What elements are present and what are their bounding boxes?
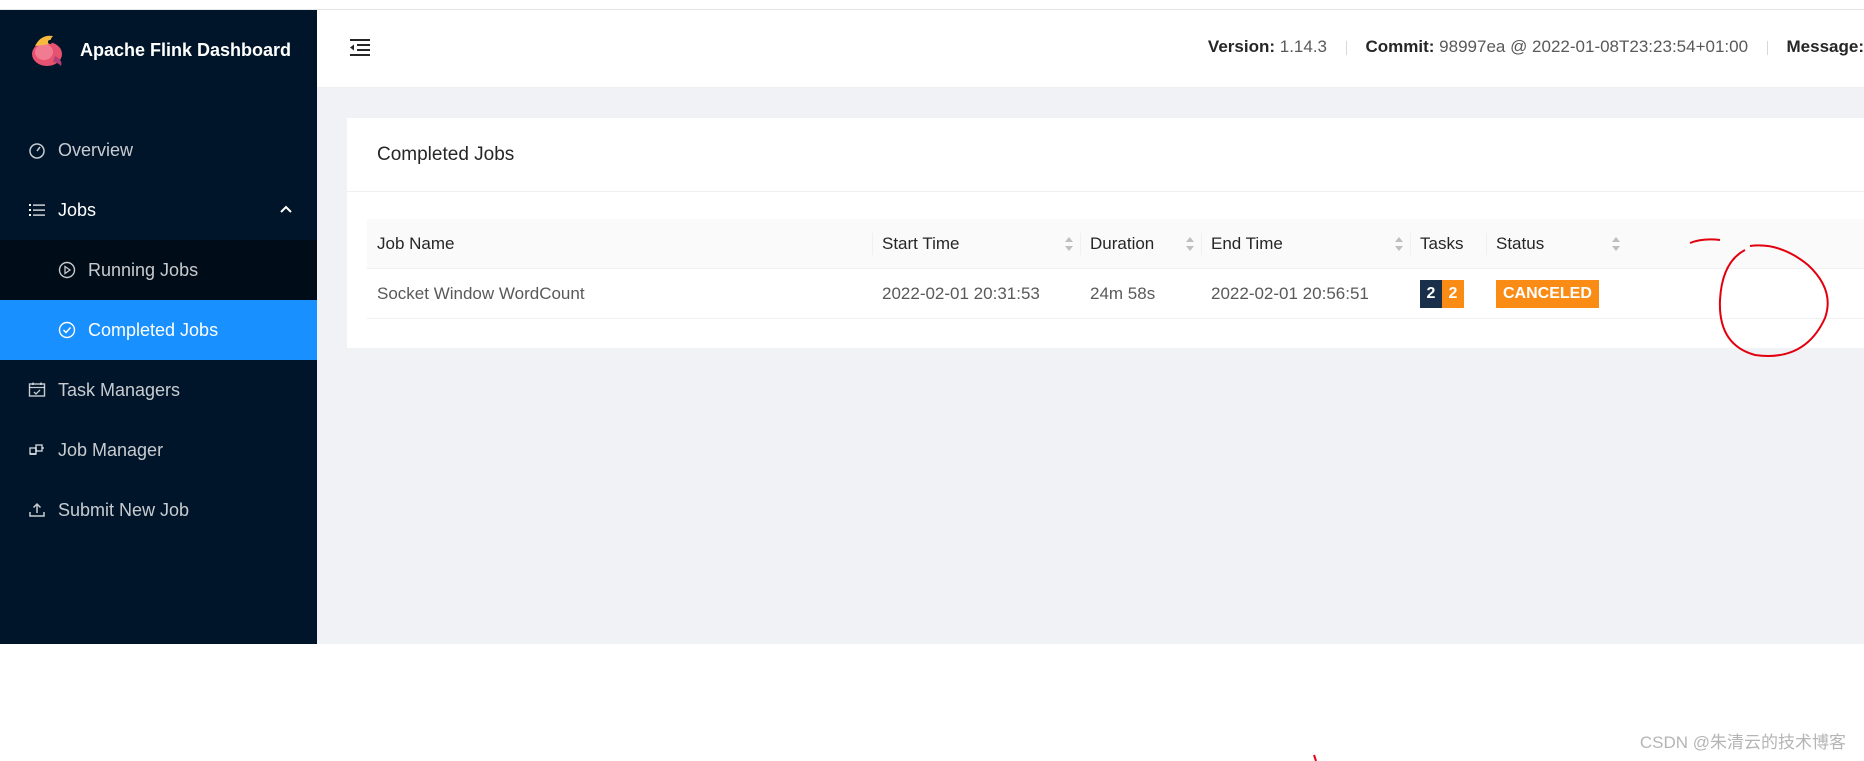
build-icon xyxy=(28,441,46,459)
tasks-cell: 2 2 xyxy=(1410,269,1486,318)
commit-value: 98997ea @ 2022-01-08T23:23:54+01:00 xyxy=(1439,37,1749,56)
list-icon xyxy=(28,201,46,219)
column-start-time[interactable]: Start Time xyxy=(872,219,1080,269)
watermark-text: CSDN @朱清云的技术博客 xyxy=(1639,733,1846,752)
check-circle-icon xyxy=(58,321,76,339)
top-border xyxy=(0,0,1864,10)
sidebar: Apache Flink Dashboard Overview Jobs Run… xyxy=(0,10,317,644)
dashboard-icon xyxy=(28,141,46,159)
sidebar-item-label: Submit New Job xyxy=(58,499,190,520)
version-value: 1.14.3 xyxy=(1279,37,1328,56)
divider xyxy=(1345,40,1347,55)
start-time-cell: 2022-02-01 20:31:53 xyxy=(882,283,1040,303)
column-label: End Time xyxy=(1211,234,1283,253)
sort-icon[interactable] xyxy=(1185,235,1195,253)
status-cell: CANCELED xyxy=(1486,269,1627,318)
column-label: Start Time xyxy=(882,234,960,253)
sidebar-menu: Overview Jobs Running Jobs Completed Job… xyxy=(0,120,317,540)
column-duration[interactable]: Duration xyxy=(1080,219,1201,269)
version-label: Version: xyxy=(1207,37,1276,56)
completed-jobs-card: Completed Jobs Job Name Start Time Durat… xyxy=(347,118,1864,348)
column-status[interactable]: Status xyxy=(1486,219,1627,269)
sidebar-item-jobs[interactable]: Jobs xyxy=(0,180,317,240)
main-content: Completed Jobs Job Name Start Time Durat… xyxy=(317,88,1864,644)
card-title: Completed Jobs xyxy=(347,118,1864,192)
table-row[interactable]: Socket Window WordCount 2022-02-01 20:31… xyxy=(367,269,1864,319)
duration-cell: 24m 58s xyxy=(1090,283,1156,303)
header: Version: 1.14.3 Commit: 98997ea @ 2022-0… xyxy=(317,10,1864,88)
sidebar-item-overview[interactable]: Overview xyxy=(0,120,317,180)
version-info: Version: 1.14.3 Commit: 98997ea @ 2022-0… xyxy=(1208,37,1864,57)
app-title: Apache Flink Dashboard xyxy=(80,39,292,60)
commit-label: Commit: xyxy=(1365,37,1435,56)
sidebar-item-label: Jobs xyxy=(58,199,97,220)
status-badge: CANCELED xyxy=(1496,279,1599,308)
divider xyxy=(1766,40,1768,55)
sidebar-item-task-managers[interactable]: Task Managers xyxy=(0,360,317,420)
column-label: Job Name xyxy=(377,234,455,253)
sidebar-item-label: Task Managers xyxy=(58,379,181,400)
sidebar-item-job-manager[interactable]: Job Manager xyxy=(0,420,317,480)
sidebar-item-label: Running Jobs xyxy=(88,259,199,280)
menu-fold-icon[interactable] xyxy=(347,34,375,62)
brand[interactable]: Apache Flink Dashboard xyxy=(0,10,317,90)
sidebar-item-completed-jobs[interactable]: Completed Jobs xyxy=(0,300,317,360)
sidebar-item-running-jobs[interactable]: Running Jobs xyxy=(0,240,317,300)
table-header: Job Name Start Time Duration End Time Ta… xyxy=(367,219,1864,269)
tasks-canceled-badge: 2 xyxy=(1442,279,1464,308)
flink-logo-icon xyxy=(26,29,68,71)
play-circle-icon xyxy=(58,261,76,279)
tasks-total-badge: 2 xyxy=(1420,279,1442,308)
message-label: Message: xyxy=(1786,37,1864,56)
schedule-icon xyxy=(28,381,46,399)
completed-jobs-table: Job Name Start Time Duration End Time Ta… xyxy=(367,219,1864,319)
job-name-cell: Socket Window WordCount xyxy=(377,283,585,303)
sort-icon[interactable] xyxy=(1611,235,1621,253)
chevron-up-icon xyxy=(277,201,295,219)
column-label: Status xyxy=(1496,234,1545,253)
column-label: Tasks xyxy=(1420,234,1464,253)
column-tasks: Tasks xyxy=(1410,219,1486,269)
column-job-name[interactable]: Job Name xyxy=(367,219,872,269)
column-end-time[interactable]: End Time xyxy=(1201,219,1410,269)
end-time-cell: 2022-02-01 20:56:51 xyxy=(1211,283,1369,303)
sort-icon[interactable] xyxy=(1394,235,1404,253)
jobs-submenu: Running Jobs Completed Jobs xyxy=(0,240,317,360)
sidebar-item-label: Overview xyxy=(58,139,134,160)
sidebar-item-label: Job Manager xyxy=(58,439,164,460)
sort-icon[interactable] xyxy=(1064,235,1074,253)
upload-icon xyxy=(28,501,46,519)
sidebar-item-submit-new-job[interactable]: Submit New Job xyxy=(0,480,317,540)
column-label: Duration xyxy=(1090,234,1155,253)
sidebar-item-label: Completed Jobs xyxy=(88,319,219,340)
